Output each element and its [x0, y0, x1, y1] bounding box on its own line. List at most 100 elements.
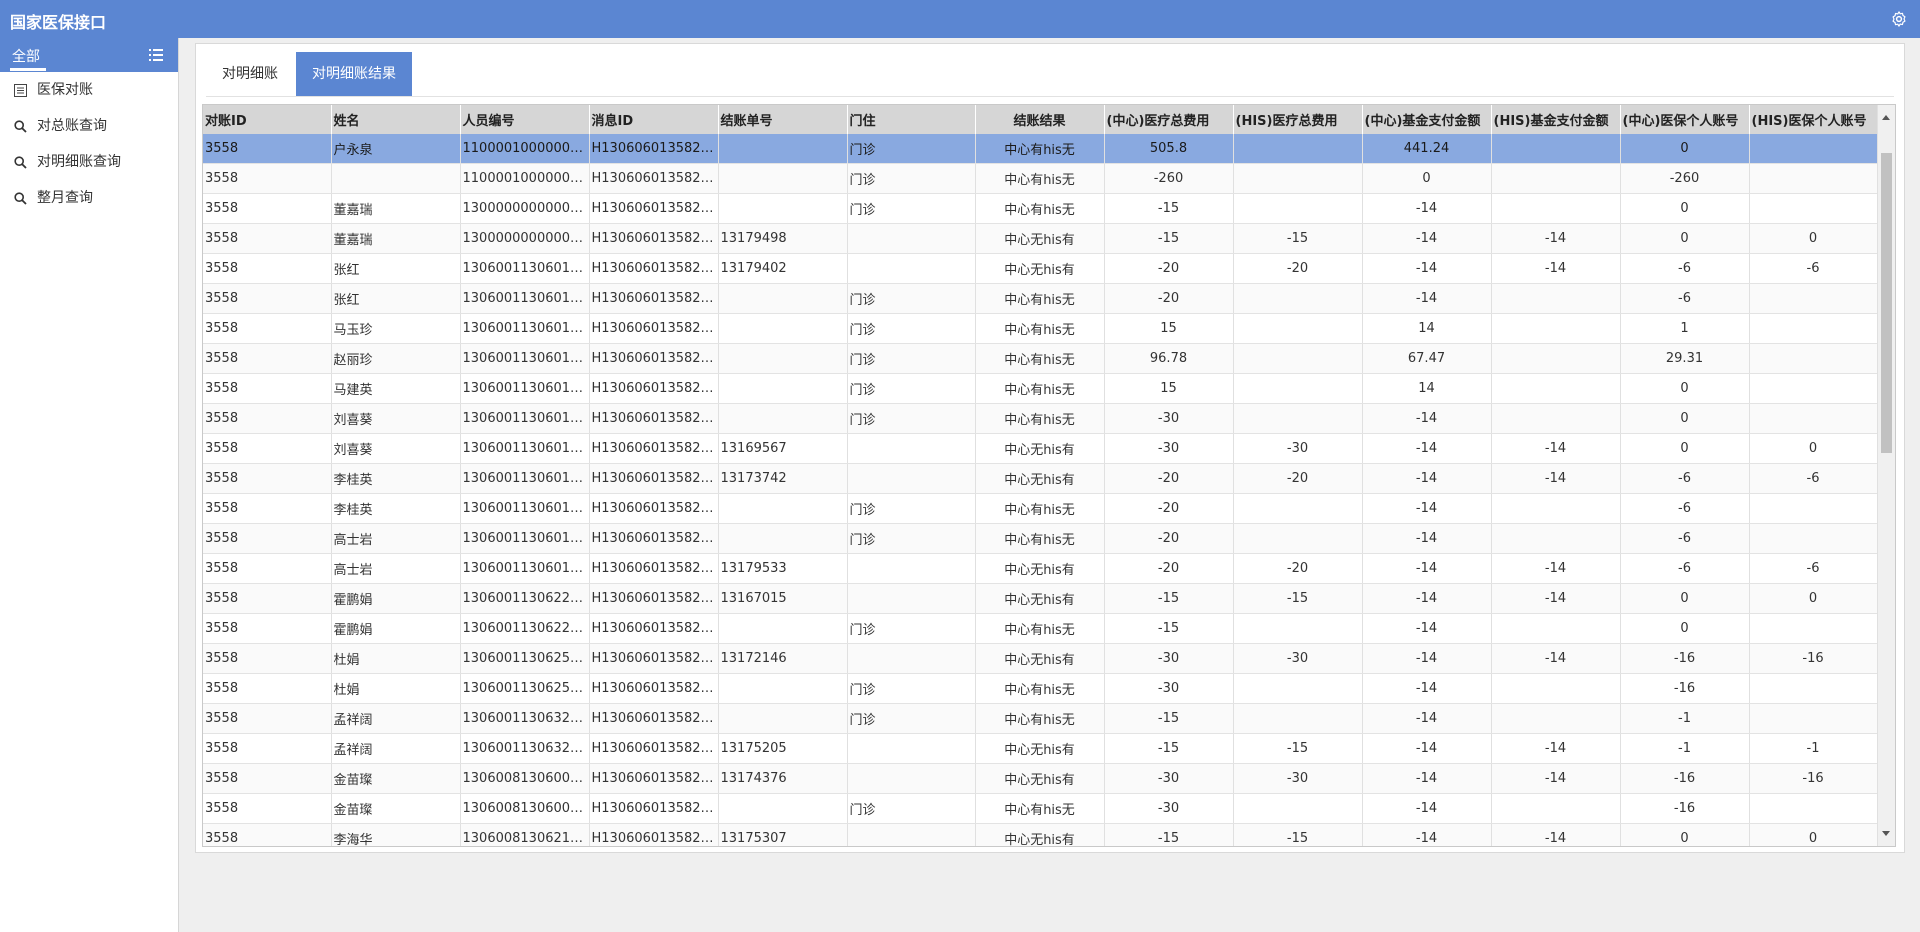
- scroll-down-icon[interactable]: [1882, 831, 1890, 836]
- table-row[interactable]: 3558 霍鹏娟 13060011306221... H1306060135820..…: [203, 583, 1878, 614]
- table-cell: 中心无his有: [975, 823, 1105, 846]
- table-row[interactable]: 3558 11000010000000... H1306060135820... 门诊…: [203, 163, 1878, 194]
- table-row[interactable]: 3558 赵丽珍 13060011306010... H1306060135820..…: [203, 343, 1878, 374]
- table-cell: 金苗璨: [331, 793, 461, 824]
- gear-icon[interactable]: [1890, 10, 1908, 28]
- tab-detail-result[interactable]: 对明细账结果: [296, 52, 412, 96]
- table-cell: 13060011306010...: [460, 283, 590, 314]
- table-cell: 中心无his有: [975, 553, 1105, 584]
- vertical-scrollbar[interactable]: [1877, 105, 1895, 846]
- column-header[interactable]: (HIS)医疗总费用: [1233, 105, 1363, 134]
- table-cell: 13179533: [718, 553, 848, 584]
- table-cell: 中心无his有: [975, 643, 1105, 674]
- column-header[interactable]: (中心)基金支付金额: [1362, 105, 1492, 134]
- table-cell: 3558: [203, 373, 332, 404]
- table-cell: [1233, 703, 1363, 734]
- table-row[interactable]: 3558 金苗璨 13060081306000... H1306060135820..…: [203, 763, 1878, 794]
- table-cell: 中心有his无: [975, 403, 1105, 434]
- table-row[interactable]: 3558 孟祥阔 13060011306321... H1306060135820..…: [203, 703, 1878, 734]
- table-cell: 3558: [203, 553, 332, 584]
- table-row[interactable]: 3558 杜娟 13060011306251... H1306060135820...…: [203, 643, 1878, 674]
- table-cell: -15: [1233, 583, 1363, 614]
- table-cell: [1749, 703, 1878, 734]
- table-row[interactable]: 3558 高士岩 13060011306019... H1306060135820..…: [203, 523, 1878, 554]
- table-row[interactable]: 3558 高士岩 13060011306019... H1306060135820..…: [203, 553, 1878, 584]
- table-cell: -30: [1233, 643, 1363, 674]
- column-header[interactable]: (HIS)基金支付金额: [1491, 105, 1621, 134]
- table-row[interactable]: 3558 张红 13060011306010... H1306060135820...…: [203, 283, 1878, 314]
- table-cell: -14: [1362, 493, 1492, 524]
- table-row[interactable]: 3558 李海华 13060081306211... H1306060135820..…: [203, 823, 1878, 846]
- table-row[interactable]: 3558 刘喜葵 13060011306013... H1306060135820..…: [203, 433, 1878, 464]
- sidebar-item-detail-query[interactable]: 对明细账查询: [0, 144, 178, 180]
- table-row[interactable]: 3558 户永泉 11000010000000... H1306060135820..…: [203, 134, 1878, 164]
- table-row[interactable]: 3558 孟祥阔 13060011306321... H1306060135820..…: [203, 733, 1878, 764]
- table-cell: -14: [1362, 283, 1492, 314]
- table-row[interactable]: 3558 马玉珍 13060011306010... H1306060135820..…: [203, 313, 1878, 344]
- column-header[interactable]: 姓名: [331, 105, 461, 134]
- table-row[interactable]: 3558 李桂英 13060011306013... H1306060135820..…: [203, 493, 1878, 524]
- table-cell: H1306060135820...: [589, 433, 719, 464]
- table-cell: -14: [1491, 583, 1621, 614]
- column-header[interactable]: 门住: [847, 105, 976, 134]
- table-cell: [718, 313, 848, 344]
- column-header[interactable]: (HIS)医保个人账号: [1749, 105, 1878, 134]
- table-cell: 中心有his无: [975, 703, 1105, 734]
- table-cell: [718, 703, 848, 734]
- sidebar-header-label: 全部: [12, 49, 40, 65]
- sidebar-item-label: 医保对账: [37, 82, 93, 98]
- table-cell: H1306060135820...: [589, 253, 719, 284]
- table-row[interactable]: 3558 李桂英 13060011306013... H1306060135820..…: [203, 463, 1878, 494]
- scroll-thumb[interactable]: [1881, 153, 1892, 453]
- sidebar-item-month-query[interactable]: 整月查询: [0, 180, 178, 216]
- table-cell: H1306060135820...: [589, 823, 719, 846]
- sidebar-header[interactable]: 全部: [0, 38, 178, 72]
- table-cell: 11000010000000...: [460, 134, 590, 164]
- sidebar-item-label: 对总账查询: [37, 118, 107, 134]
- column-header[interactable]: (中心)医疗总费用: [1104, 105, 1234, 134]
- table-cell: -20: [1104, 283, 1234, 314]
- table-cell: 505.8: [1104, 134, 1234, 164]
- table-cell: -16: [1620, 793, 1750, 824]
- column-header[interactable]: 人员编号: [460, 105, 590, 134]
- table-cell: -15: [1104, 823, 1234, 846]
- table-cell: 中心有his无: [975, 793, 1105, 824]
- table-cell: -16: [1620, 763, 1750, 794]
- table-row[interactable]: 3558 董嘉瑞 13000000000000... H1306060135820..…: [203, 223, 1878, 254]
- table-cell: -20: [1233, 463, 1363, 494]
- app-title: 国家医保接口: [10, 13, 107, 32]
- column-header[interactable]: (中心)医保个人账号: [1620, 105, 1750, 134]
- table-cell: 中心有his无: [975, 193, 1105, 224]
- table-cell: [1749, 343, 1878, 374]
- sidebar-item-reconciliation[interactable]: 医保对账: [0, 72, 178, 108]
- table-cell: 13060011306013...: [460, 433, 590, 464]
- table-cell: -14: [1362, 553, 1492, 584]
- column-header[interactable]: 结账单号: [718, 105, 848, 134]
- table-cell: -30: [1104, 433, 1234, 464]
- table-row[interactable]: 3558 董嘉瑞 13000000000000... H1306060135820..…: [203, 193, 1878, 224]
- list-doc-icon: [14, 84, 27, 97]
- hamburger-icon[interactable]: [148, 47, 164, 63]
- column-header[interactable]: 结账结果: [975, 105, 1105, 134]
- tab-detail-reconcile[interactable]: 对明细账: [206, 52, 294, 96]
- table-row[interactable]: 3558 杜娟 13060011306251... H1306060135820...…: [203, 673, 1878, 704]
- table-row[interactable]: 3558 霍鹏娟 13060011306221... H1306060135820..…: [203, 613, 1878, 644]
- table-cell: 13060011306010...: [460, 253, 590, 284]
- table-cell: -1: [1749, 733, 1878, 764]
- table-cell: [847, 553, 976, 584]
- table-row[interactable]: 3558 金苗璨 13060081306000... H1306060135820..…: [203, 793, 1878, 824]
- table-row[interactable]: 3558 马建英 13060011306011... H1306060135820..…: [203, 373, 1878, 404]
- table-cell: -14: [1362, 823, 1492, 846]
- table-cell: 13175205: [718, 733, 848, 764]
- column-header[interactable]: 消息ID: [589, 105, 719, 134]
- table-cell: 0: [1620, 613, 1750, 644]
- column-header[interactable]: 对账ID: [203, 105, 332, 134]
- scroll-up-icon[interactable]: [1882, 115, 1890, 120]
- table-row[interactable]: 3558 刘喜葵 13060011306013... H1306060135820..…: [203, 403, 1878, 434]
- table-cell: [847, 583, 976, 614]
- sidebar-item-total-query[interactable]: 对总账查询: [0, 108, 178, 144]
- table-cell: [1233, 193, 1363, 224]
- table-cell: H1306060135820...: [589, 163, 719, 194]
- table-cell: H1306060135820...: [589, 463, 719, 494]
- table-row[interactable]: 3558 张红 13060011306010... H1306060135820...…: [203, 253, 1878, 284]
